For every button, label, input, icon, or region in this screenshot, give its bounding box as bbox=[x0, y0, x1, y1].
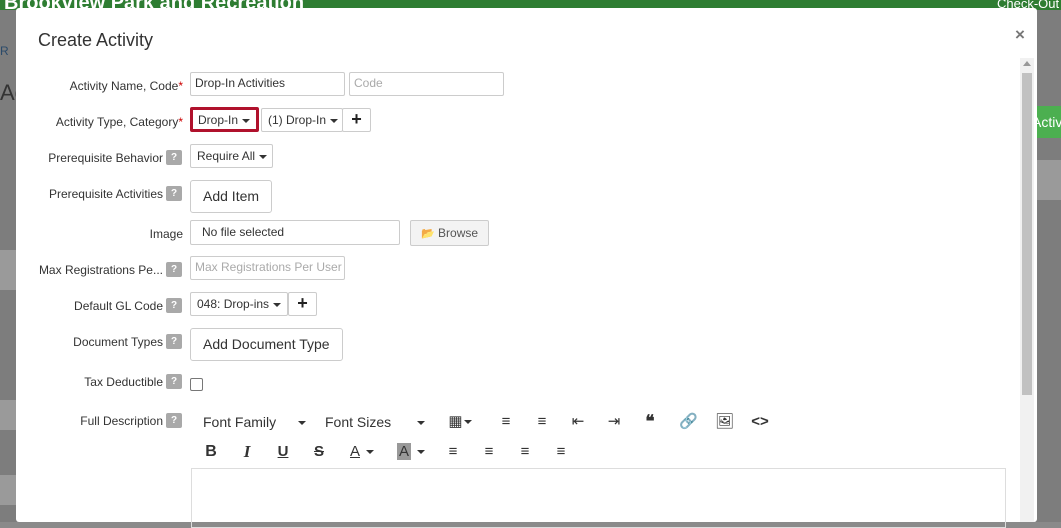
activity-name-label: Activity Name, Code* bbox=[16, 79, 183, 93]
link-icon[interactable]: 🔗 bbox=[679, 413, 698, 431]
blockquote-icon[interactable]: ❝ bbox=[641, 413, 659, 431]
help-icon[interactable]: ? bbox=[166, 413, 182, 428]
add-gl-code-button[interactable]: + bbox=[288, 292, 317, 316]
help-icon[interactable]: ? bbox=[166, 150, 182, 165]
gl-code-dropdown[interactable]: 048: Drop-ins bbox=[190, 292, 288, 316]
numbered-list-icon[interactable]: ≡ bbox=[533, 413, 551, 431]
help-icon[interactable]: ? bbox=[166, 186, 182, 201]
tax-deductible-checkbox[interactable] bbox=[190, 378, 203, 391]
prereq-behavior-value: Require All bbox=[197, 149, 256, 163]
plus-icon: + bbox=[351, 109, 362, 129]
chevron-down-icon bbox=[259, 154, 268, 159]
bullet-list-icon[interactable]: ≡ bbox=[497, 413, 515, 431]
category-value: (1) Drop-In bbox=[268, 113, 327, 127]
chevron-down-icon bbox=[273, 302, 282, 307]
create-activity-modal: Create Activity × Activity Name, Code* D… bbox=[16, 8, 1037, 528]
underline-icon[interactable]: U bbox=[274, 443, 292, 461]
required-mark: * bbox=[178, 115, 183, 129]
bg-table-header bbox=[1037, 160, 1061, 200]
activity-name-input[interactable]: Drop-In Activities bbox=[190, 72, 345, 96]
bg-filter-box bbox=[0, 250, 16, 290]
activity-type-label-text: Activity Type, Category bbox=[55, 115, 179, 129]
font-sizes-label: Font Sizes bbox=[325, 414, 392, 430]
chevron-down-icon bbox=[366, 450, 374, 455]
font-family-label: Font Family bbox=[203, 414, 277, 430]
max-registrations-label: Max Registrations Pe... bbox=[38, 263, 163, 277]
modal-title: Create Activity bbox=[38, 30, 154, 50]
align-left-icon[interactable]: ≡ bbox=[444, 443, 462, 461]
close-icon[interactable]: × bbox=[1015, 25, 1025, 45]
table-icon[interactable]: ▦ bbox=[446, 413, 474, 431]
plus-icon: + bbox=[297, 293, 308, 313]
max-registrations-input[interactable]: Max Registrations Per User bbox=[190, 256, 345, 280]
insert-image-icon[interactable]: 🖼 bbox=[715, 413, 734, 431]
outdent-icon[interactable]: ⇤ bbox=[569, 413, 587, 431]
folder-open-icon: 📂 bbox=[421, 228, 435, 240]
gl-code-value: 048: Drop-ins bbox=[197, 297, 270, 311]
category-dropdown[interactable]: (1) Drop-In bbox=[261, 108, 343, 132]
document-types-label: Document Types bbox=[73, 335, 163, 349]
font-sizes-dropdown[interactable]: Font Sizes bbox=[325, 414, 426, 430]
bg-filter-box bbox=[0, 400, 16, 430]
bg-breadcrumb: R bbox=[0, 44, 9, 58]
align-right-icon[interactable]: ≡ bbox=[516, 443, 534, 461]
description-editor[interactable] bbox=[191, 468, 1006, 528]
help-icon[interactable]: ? bbox=[166, 334, 182, 349]
font-family-dropdown[interactable]: Font Family bbox=[203, 414, 307, 430]
help-icon[interactable]: ? bbox=[166, 374, 182, 389]
align-justify-icon[interactable]: ≡ bbox=[552, 443, 570, 461]
chevron-down-icon bbox=[417, 450, 425, 455]
image-label: Image bbox=[149, 227, 183, 241]
chevron-down-icon bbox=[330, 118, 339, 123]
scroll-thumb[interactable] bbox=[1022, 73, 1032, 395]
chevron-down-icon bbox=[242, 118, 251, 123]
italic-icon[interactable]: I bbox=[238, 443, 256, 461]
scroll-up-arrow-icon[interactable] bbox=[1023, 61, 1031, 66]
chevron-down-icon bbox=[298, 421, 307, 426]
add-category-button[interactable]: + bbox=[342, 108, 371, 132]
highlight-color-icon[interactable]: A bbox=[394, 443, 428, 461]
bg-filter-box bbox=[0, 475, 16, 505]
help-icon[interactable]: ? bbox=[166, 298, 182, 313]
activity-type-label: Activity Type, Category* bbox=[16, 115, 183, 129]
bold-icon[interactable]: B bbox=[202, 443, 220, 461]
required-mark: * bbox=[178, 79, 183, 93]
chevron-down-icon bbox=[417, 421, 426, 426]
prereq-activities-label: Prerequisite Activities bbox=[48, 187, 163, 201]
code-view-icon[interactable]: <> bbox=[751, 413, 769, 431]
activity-type-value: Drop-In bbox=[198, 113, 239, 127]
help-icon[interactable]: ? bbox=[166, 262, 182, 277]
code-input[interactable]: Code bbox=[349, 72, 504, 96]
prereq-behavior-dropdown[interactable]: Require All bbox=[190, 144, 273, 168]
font-color-icon[interactable]: A bbox=[345, 443, 379, 461]
prereq-behavior-label: Prerequisite Behavior bbox=[48, 151, 163, 165]
chevron-down-icon bbox=[463, 420, 472, 425]
tax-deductible-label: Tax Deductible bbox=[84, 375, 163, 389]
strikethrough-icon[interactable]: S bbox=[310, 443, 328, 461]
gl-code-label: Default GL Code bbox=[74, 299, 163, 313]
full-description-label: Full Description bbox=[80, 414, 163, 428]
image-file-input[interactable]: No file selected bbox=[190, 220, 400, 245]
add-document-type-button[interactable]: Add Document Type bbox=[190, 328, 343, 361]
indent-icon[interactable]: ⇥ bbox=[605, 413, 623, 431]
activity-name-label-text: Activity Name, Code bbox=[69, 79, 179, 93]
browse-label: Browse bbox=[438, 226, 479, 240]
activity-type-dropdown[interactable]: Drop-In bbox=[190, 107, 259, 132]
browse-button[interactable]: 📂 Browse bbox=[410, 220, 490, 246]
modal-scrollbar[interactable] bbox=[1020, 58, 1034, 522]
add-item-button[interactable]: Add Item bbox=[190, 180, 273, 213]
align-center-icon[interactable]: ≡ bbox=[480, 443, 498, 461]
